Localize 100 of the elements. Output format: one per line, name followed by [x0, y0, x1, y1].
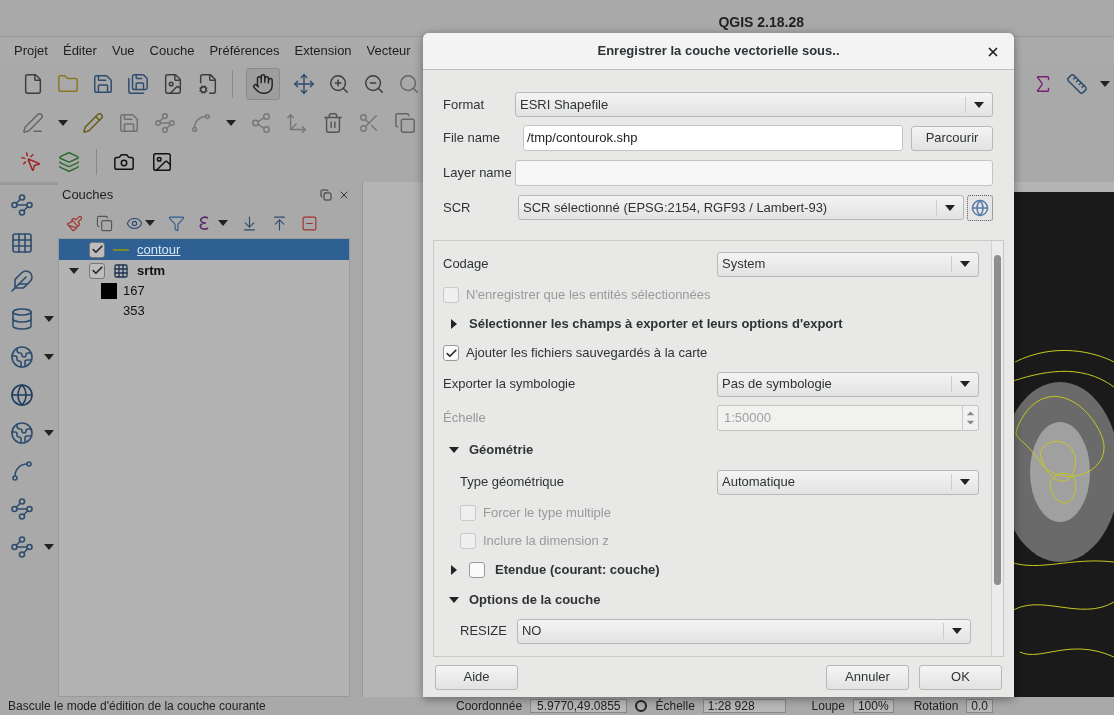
print-layout-icon[interactable] [162, 72, 184, 95]
layer-row[interactable]: contour [59, 239, 349, 260]
dropdown[interactable]: NO [516, 618, 971, 644]
ruler-icon[interactable] [1066, 72, 1088, 95]
layer-row[interactable]: srtm [59, 260, 349, 281]
menu-item[interactable]: Extension [294, 40, 352, 61]
dropdown[interactable]: SCR sélectionné (EPSG:2154, RGF93 / Lambert-93) [518, 195, 964, 220]
checkbox-label: Inclure la dimension z [483, 532, 609, 551]
dialog-button[interactable]: Annuler [826, 664, 909, 690]
add-raster-icon[interactable] [10, 231, 34, 255]
save-as-icon[interactable] [127, 72, 149, 95]
option-label: Échelle [443, 409, 486, 428]
expand-arrow-icon[interactable] [449, 319, 459, 329]
field-label: SCR [443, 198, 472, 217]
layer-name: srtm [137, 261, 166, 280]
option-label: Type géométrique [460, 473, 565, 492]
render-icon[interactable] [635, 700, 648, 712]
zoom-out-icon[interactable] [363, 72, 385, 95]
collapse-arrow-icon[interactable] [449, 595, 459, 605]
status-message: Bascule le mode d'édition de la couche courante [8, 700, 267, 712]
caret-icon [58, 119, 68, 126]
dropdown-caret-icon [960, 479, 970, 485]
caret-icon [44, 354, 54, 360]
checkbox[interactable] [443, 345, 459, 361]
section-title[interactable]: Sélectionner les champs à exporter et leurs options d'export [469, 314, 843, 334]
layout-manager-icon[interactable] [197, 72, 219, 95]
pan-tool-button[interactable] [246, 67, 280, 100]
option-label: RESIZE [460, 622, 507, 641]
panel-title: Couches [62, 186, 114, 205]
scale-field[interactable]: 1:28 928 [702, 699, 786, 713]
expand-all-icon[interactable] [241, 214, 258, 232]
trash-icon[interactable] [322, 111, 344, 134]
globe-icon[interactable] [10, 345, 34, 369]
epsilon-icon[interactable] [198, 215, 210, 231]
browse-button[interactable]: Parcourir [911, 125, 993, 151]
help-button[interactable]: Aide [435, 664, 518, 690]
filter-icon[interactable] [168, 214, 185, 232]
section-title[interactable]: Options de la couche [469, 590, 601, 610]
coordinate-field[interactable]: 5.9770,49.0855 [530, 699, 628, 713]
checkbox[interactable] [469, 562, 485, 578]
layer-name-input[interactable] [515, 159, 993, 186]
database-icon[interactable] [10, 307, 34, 331]
close-icon[interactable] [986, 45, 1000, 59]
option-label: Codage [443, 255, 489, 274]
window-title: QGIS 2.18.28 [718, 13, 804, 32]
expand-arrow-icon[interactable] [449, 565, 459, 575]
collapse-arrow-icon[interactable] [449, 445, 459, 455]
save-icon[interactable] [92, 72, 114, 95]
rotation-label: Rotation [913, 700, 959, 712]
checkbox-label: Forcer le type multiple [483, 504, 611, 523]
layers-icon[interactable] [58, 151, 80, 173]
dropdown[interactable]: ESRI Shapefile [515, 92, 993, 117]
pan-to-selection-icon[interactable] [293, 72, 315, 95]
new-file-icon[interactable] [22, 72, 44, 95]
dropdown-caret-icon [974, 101, 984, 108]
image-icon[interactable] [151, 151, 173, 173]
save-edits-icon[interactable] [118, 111, 140, 134]
copy-icon[interactable] [394, 111, 416, 134]
menu-item[interactable]: Éditer [62, 40, 97, 61]
section-title[interactable]: Géométrie [469, 440, 534, 460]
zoom-native-icon[interactable] [398, 72, 420, 95]
checkbox[interactable] [89, 241, 105, 258]
scrollbar-thumb[interactable] [994, 255, 1001, 585]
dialog-button[interactable]: OK [919, 664, 1002, 690]
dropdown-caret-icon [945, 204, 955, 211]
caret-icon [44, 544, 54, 550]
section-title[interactable]: Etendue (courant: couche) [495, 560, 660, 580]
magnifier-field[interactable]: 100% [852, 699, 894, 713]
feather-icon[interactable] [10, 269, 34, 293]
menu-item[interactable]: Projet [14, 40, 48, 61]
menu-item[interactable]: Vue [111, 40, 135, 61]
checkbox[interactable] [89, 262, 105, 279]
dropdown[interactable]: System [717, 251, 979, 277]
menu-item[interactable]: Vecteur [366, 40, 411, 61]
pencil-icon[interactable] [82, 111, 104, 134]
checkbox-label: Ajouter les fichiers sauvegardés à la carte [466, 344, 708, 363]
crs-picker-button[interactable] [967, 194, 993, 221]
collapse-arrow-icon[interactable] [69, 265, 79, 276]
camera-icon[interactable] [113, 151, 135, 173]
rotation-field[interactable]: 0.0 [966, 699, 994, 713]
paintbrush-icon[interactable] [66, 214, 83, 232]
menu-item[interactable]: Préférences [209, 40, 280, 61]
collapse-all-icon[interactable] [271, 214, 288, 232]
checkbox-label: N'enregistrer que les entités sélectionnées [466, 286, 711, 305]
globe-icon[interactable] [10, 383, 34, 407]
menu-item[interactable]: Couche [149, 40, 195, 61]
remove-layer-icon[interactable] [301, 214, 318, 232]
caret-icon [226, 119, 236, 126]
zoom-in-icon[interactable] [328, 72, 350, 95]
dropdown[interactable]: Pas de symbologie [717, 371, 979, 397]
field-label: Format [443, 95, 486, 114]
caret-icon [44, 430, 54, 436]
dropdown-caret-icon [960, 381, 970, 387]
caret-icon [1100, 80, 1110, 87]
float-icon[interactable] [320, 189, 332, 201]
legend-value: 353 [123, 302, 145, 321]
option-label: Exporter la symbologie [443, 375, 576, 394]
dropdown[interactable]: Automatique [717, 469, 979, 495]
file-name-input[interactable]: /tmp/contourok.shp [523, 125, 903, 151]
raster-icon [113, 262, 129, 279]
